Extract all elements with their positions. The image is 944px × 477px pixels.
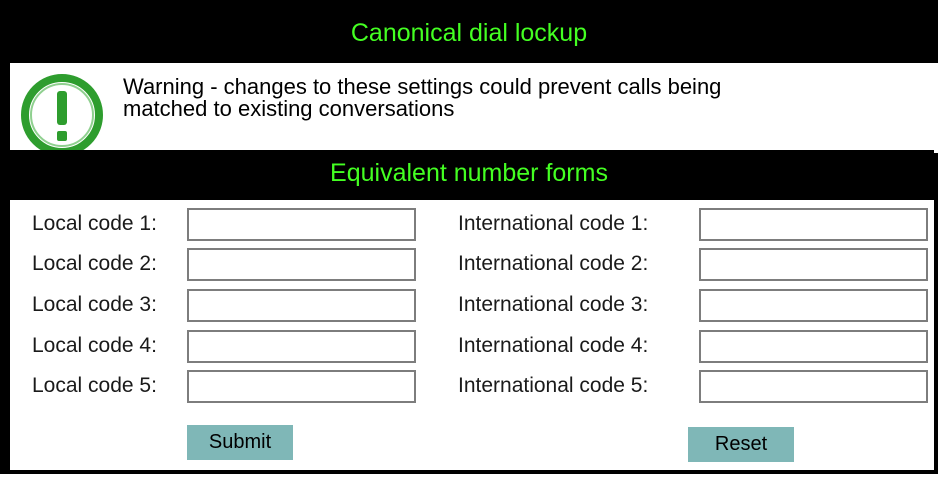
local-code-4-label: Local code 4: bbox=[32, 334, 157, 357]
warning-message: Warning - changes to these settings coul… bbox=[123, 76, 903, 120]
exclamation-warning-icon bbox=[21, 74, 103, 156]
equivalent-forms-form: Local code 1: Local code 2: Local code 3… bbox=[10, 200, 934, 470]
international-code-1-label: International code 1: bbox=[458, 212, 649, 235]
international-code-1-input[interactable] bbox=[699, 208, 928, 241]
local-code-4-input[interactable] bbox=[187, 330, 416, 363]
local-code-3-input[interactable] bbox=[187, 289, 416, 322]
international-code-4-input[interactable] bbox=[699, 330, 928, 363]
international-code-2-label: International code 2: bbox=[458, 252, 649, 275]
international-code-2-input[interactable] bbox=[699, 248, 928, 281]
submit-button[interactable]: Submit bbox=[187, 425, 295, 463]
international-code-5-input[interactable] bbox=[699, 370, 928, 403]
warning-line-2: matched to existing conversations bbox=[123, 96, 455, 121]
warning-banner: Warning - changes to these settings coul… bbox=[10, 63, 938, 156]
reset-button[interactable]: Reset bbox=[688, 427, 796, 465]
international-code-3-input[interactable] bbox=[699, 289, 928, 322]
international-code-5-label: International code 5: bbox=[458, 374, 649, 397]
local-code-2-label: Local code 2: bbox=[32, 252, 157, 275]
local-code-1-input[interactable] bbox=[187, 208, 416, 241]
page-title: Canonical dial lockup bbox=[4, 10, 934, 56]
local-code-5-input[interactable] bbox=[187, 370, 416, 403]
warning-line-1: Warning - changes to these settings coul… bbox=[123, 74, 722, 99]
local-code-5-label: Local code 5: bbox=[32, 374, 157, 397]
local-code-1-label: Local code 1: bbox=[32, 212, 157, 235]
section-title: Equivalent number forms bbox=[4, 150, 934, 196]
international-code-4-label: International code 4: bbox=[458, 334, 649, 357]
local-code-2-input[interactable] bbox=[187, 248, 416, 281]
panel-frame: Canonical dial lockup Warning - changes … bbox=[0, 0, 938, 474]
local-code-3-label: Local code 3: bbox=[32, 293, 157, 316]
international-code-3-label: International code 3: bbox=[458, 293, 649, 316]
